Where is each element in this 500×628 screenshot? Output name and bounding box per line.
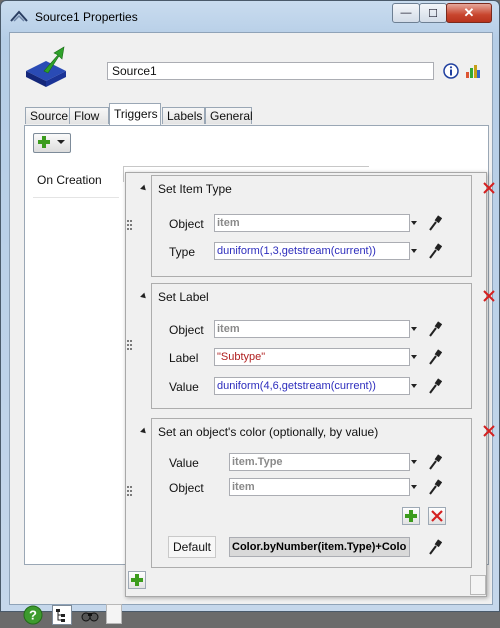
- add-icon: [131, 574, 143, 586]
- add-trigger-button[interactable]: [33, 133, 71, 153]
- properties-icon[interactable]: [465, 63, 481, 79]
- flexsim-app-icon: [10, 10, 28, 22]
- find-icon: [81, 612, 99, 622]
- field-value: "Subtype": [217, 351, 266, 363]
- tree-button[interactable]: [52, 605, 72, 625]
- add-color-button[interactable]: [402, 507, 420, 525]
- set-object-color-block: Set an object's color (optionally, by va…: [140, 418, 495, 568]
- maximize-icon: ☐: [428, 7, 438, 20]
- add-icon: [38, 136, 50, 148]
- window-title: Source1 Properties: [35, 10, 138, 24]
- chevron-down-icon[interactable]: [411, 355, 417, 359]
- field-value: item: [217, 323, 240, 335]
- set-label-block: Set Label Object item Label "Subtype" Va…: [140, 283, 495, 409]
- row-label: Value: [169, 456, 199, 470]
- set-item-type-block: Set Item Type Object item Type duniform(…: [140, 175, 495, 277]
- title-bar[interactable]: Source1 Properties — ☐ ✕: [1, 1, 499, 33]
- trigger-list: On Creation: [33, 165, 123, 255]
- row-label: Object: [169, 481, 204, 495]
- add-icon: [405, 510, 417, 522]
- default-color-field[interactable]: Color.byNumber(item.Type)+Colo: [229, 537, 410, 557]
- eyedropper-icon[interactable]: [428, 378, 442, 394]
- row-label: Object: [169, 217, 204, 231]
- tab-source[interactable]: Source: [25, 107, 70, 124]
- eyedropper-icon[interactable]: [428, 479, 442, 495]
- drag-handle-icon[interactable]: [127, 220, 135, 234]
- remove-icon[interactable]: [483, 182, 495, 194]
- type-field[interactable]: duniform(1,3,getstream(current)): [214, 242, 410, 260]
- field-value: item: [232, 481, 255, 493]
- default-label: Default: [168, 536, 216, 558]
- field-value: item.Type: [232, 456, 283, 468]
- chevron-down-icon[interactable]: [411, 460, 417, 464]
- label-field[interactable]: "Subtype": [214, 348, 410, 366]
- eyedropper-icon[interactable]: [428, 349, 442, 365]
- eyedropper-icon[interactable]: [428, 454, 442, 470]
- object-field[interactable]: item: [214, 320, 410, 338]
- chevron-down-icon[interactable]: [411, 384, 417, 388]
- drag-handle-icon[interactable]: [127, 486, 135, 500]
- maximize-button[interactable]: ☐: [419, 3, 447, 23]
- chevron-down-icon[interactable]: [411, 485, 417, 489]
- chevron-down-icon[interactable]: [411, 327, 417, 331]
- object-field[interactable]: item: [214, 214, 410, 232]
- eyedropper-icon[interactable]: [428, 243, 442, 259]
- row-label: Object: [169, 323, 204, 337]
- properties-window: Source1 Properties — ☐ ✕ Source1 Source …: [0, 0, 500, 625]
- eyedropper-icon[interactable]: [428, 215, 442, 231]
- value-field[interactable]: duniform(4,6,getstream(current)): [214, 377, 410, 395]
- minimize-button[interactable]: —: [392, 3, 420, 23]
- minimize-icon: —: [400, 7, 412, 19]
- editor-frame-top: [123, 166, 369, 167]
- remove-icon[interactable]: [483, 425, 495, 437]
- object-name-input[interactable]: Source1: [107, 62, 434, 80]
- block-title: Set Item Type: [158, 182, 232, 196]
- tab-general[interactable]: General: [205, 107, 253, 124]
- remove-icon[interactable]: [483, 290, 495, 302]
- remove-color-button[interactable]: [428, 507, 446, 525]
- trigger-code-popup: Set Item Type Object item Type duniform(…: [125, 172, 495, 597]
- remove-icon: [431, 510, 443, 522]
- tab-triggers[interactable]: Triggers: [109, 103, 161, 125]
- close-icon: ✕: [463, 5, 475, 20]
- object-field[interactable]: item: [229, 478, 410, 496]
- collapse-arrow-icon[interactable]: [140, 184, 148, 193]
- field-value: item: [217, 217, 240, 229]
- tab-flow[interactable]: Flow: [69, 107, 109, 124]
- field-value: Color.byNumber(item.Type)+Colo: [232, 541, 407, 553]
- source-object-icon: [26, 46, 66, 87]
- svg-text:?: ?: [29, 608, 37, 623]
- eyedropper-icon[interactable]: [428, 321, 442, 337]
- value-field[interactable]: item.Type: [229, 453, 410, 471]
- trigger-item-on-creation[interactable]: On Creation: [33, 165, 119, 198]
- help-button[interactable]: ?: [23, 605, 43, 625]
- field-value: duniform(1,3,getstream(current)): [217, 245, 376, 257]
- row-label: Value: [169, 380, 199, 394]
- row-label: Type: [169, 245, 196, 259]
- field-value: duniform(4,6,getstream(current)): [217, 380, 376, 392]
- resize-grip[interactable]: [470, 575, 486, 595]
- close-button[interactable]: ✕: [446, 3, 492, 23]
- info-icon[interactable]: [443, 63, 459, 79]
- block-title: Set an object's color (optionally, by va…: [158, 425, 379, 439]
- block-title: Set Label: [158, 290, 209, 304]
- drag-handle-icon[interactable]: [127, 340, 135, 354]
- add-block-button[interactable]: [128, 571, 146, 589]
- tree-icon: [52, 605, 72, 625]
- row-label: Label: [169, 351, 199, 365]
- help-icon: ?: [23, 605, 43, 625]
- chevron-down-icon[interactable]: [411, 249, 417, 253]
- find-button[interactable]: [80, 605, 100, 625]
- eyedropper-icon[interactable]: [428, 539, 442, 555]
- collapse-arrow-icon[interactable]: [140, 427, 148, 436]
- collapse-arrow-icon[interactable]: [140, 292, 148, 301]
- scroll-left-button[interactable]: [106, 604, 122, 624]
- editor-frame-left: [123, 166, 124, 182]
- chevron-down-icon: [57, 140, 65, 144]
- tab-labels[interactable]: Labels: [162, 107, 205, 124]
- chevron-down-icon[interactable]: [411, 221, 417, 225]
